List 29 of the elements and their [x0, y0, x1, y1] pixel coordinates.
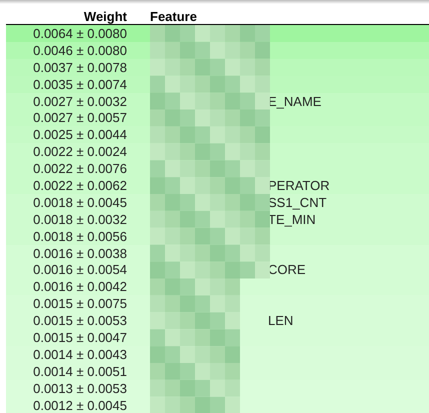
weight-cell-text: 0.0015 ± 0.0075 — [32, 296, 127, 312]
weight-cell-text: 0.0016 ± 0.0042 — [32, 279, 127, 294]
feature-cell: LEN — [268, 313, 294, 328]
weight-cell-text: 0.0012 ± 0.0045 — [32, 398, 127, 413]
feature-cell: SS1_CNT — [268, 194, 327, 210]
feature-cell: TE_MIN — [268, 212, 316, 227]
weight-cell-text: 0.0016 ± 0.0054 — [32, 262, 127, 278]
weight-cell-text: 0.0046 ± 0.0080 — [32, 42, 127, 58]
weight-cell-text: 0.0035 ± 0.0074 — [32, 76, 127, 92]
weight-cell-text: 0.0027 ± 0.0057 — [32, 110, 127, 126]
column-header: Feature — [150, 9, 197, 24]
column-header: Weight — [82, 9, 127, 24]
weight-cell-text: 0.0018 ± 0.0032 — [32, 212, 127, 227]
weight-cell-text: 0.0022 ± 0.0076 — [32, 161, 127, 176]
weight-cell-text: 0.0015 ± 0.0053 — [32, 313, 127, 328]
weight-cell-text: 0.0022 ± 0.0062 — [32, 178, 127, 193]
weight-cell-text: 0.0018 ± 0.0045 — [32, 194, 127, 210]
weight-cell-text: 0.0022 ± 0.0024 — [32, 144, 127, 160]
weight-cell-text: 0.0016 ± 0.0038 — [32, 246, 127, 261]
feature-cell: PERATOR — [268, 178, 330, 193]
weight-cell-text: 0.0025 ± 0.0044 — [32, 127, 127, 142]
weight-cell-text: 0.0027 ± 0.0032 — [32, 94, 127, 108]
weight-cell-text: 0.0015 ± 0.0047 — [32, 330, 127, 345]
weight-cell-text: 0.0064 ± 0.0080 — [32, 26, 127, 41]
weight-cell-text: 0.0014 ± 0.0043 — [32, 346, 127, 362]
weight-cell-text: 0.0014 ± 0.0051 — [32, 364, 127, 379]
weight-cell-text: 0.0018 ± 0.0056 — [32, 228, 127, 244]
weight-cell-text: 0.0037 ± 0.0078 — [32, 60, 127, 75]
weight-cell-text: 0.0013 ± 0.0053 — [32, 380, 127, 396]
